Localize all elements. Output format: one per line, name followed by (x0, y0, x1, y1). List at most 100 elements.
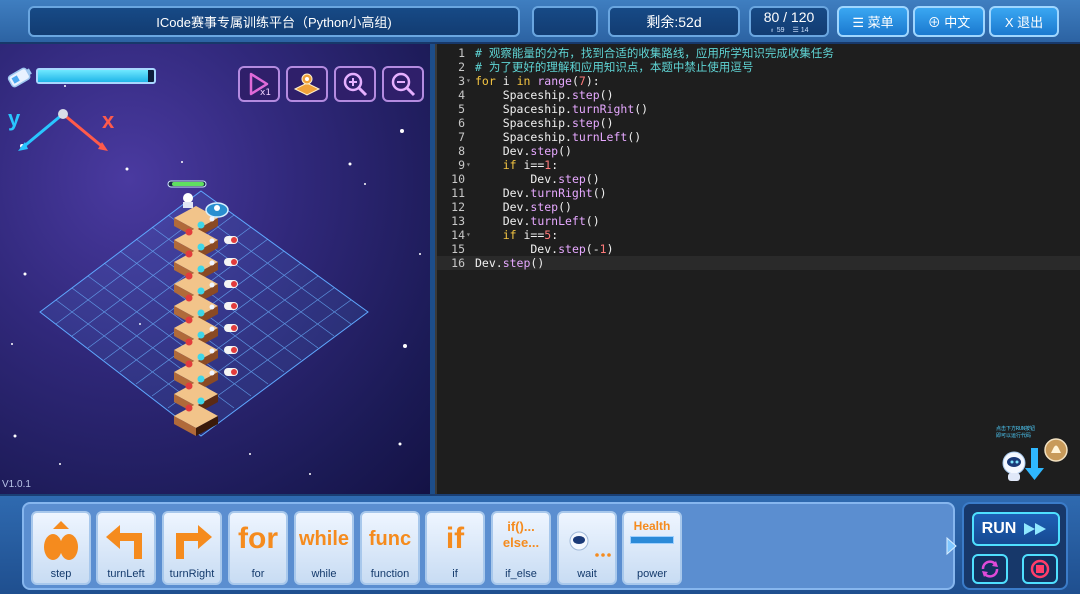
code-line[interactable]: 6 Spaceship.step() (437, 116, 1080, 130)
bottom-bar: step turnLeft turnRight for for while while fun… (0, 494, 1080, 594)
block-label: turnLeft (107, 568, 145, 580)
block-wait[interactable]: wait (557, 511, 617, 585)
code-text: Dev.turnRight() (475, 186, 607, 200)
block-label: step (50, 568, 72, 580)
keyword-glyph: if()... else... (502, 519, 540, 550)
energy-fill (38, 70, 149, 82)
axis-y-label: y (8, 106, 21, 131)
remaining-days: 剩余:52d (608, 6, 740, 37)
zoom-in-icon[interactable] (334, 66, 376, 102)
block-label: wait (577, 568, 597, 580)
turn-left-icon (98, 519, 154, 568)
code-text: Spaceship.step() (475, 116, 614, 130)
top-bar: ICode赛事专属训练平台（Python小高组) 剩余:52d 80 / 120… (0, 0, 1080, 44)
code-text: if i==1: (502, 158, 559, 172)
line-number: 10 (451, 172, 465, 186)
block-label: power (637, 568, 667, 580)
code-text: # 为了更好的理解和应用知识点，本题中禁止使用逗号 (475, 60, 754, 74)
code-line[interactable]: 12 Dev.step() (437, 200, 1080, 214)
zoom-out-icon[interactable] (382, 66, 424, 102)
run-hint: 点击下方RUN按钮 即可以运行代码 (996, 426, 1074, 486)
code-line[interactable]: 14 ▾ if i==5: (437, 228, 1080, 242)
game-scene: x1 y x V1.0.1 (0, 44, 430, 494)
block-power[interactable]: Health power (622, 511, 682, 585)
code-line[interactable]: 15 Dev.step(-1) (437, 242, 1080, 256)
code-text: for i in range(7): (475, 74, 600, 88)
exit-button[interactable]: X 退出 (989, 6, 1059, 37)
code-line[interactable]: 16 Dev.step() (437, 256, 1080, 270)
line-number: 16 (451, 256, 465, 270)
stat-b: ☰ 14 (792, 26, 809, 34)
robot-hint-icon (1002, 438, 1068, 481)
code-line[interactable]: 9 ▾ if i==1: (437, 158, 1080, 172)
score-value: 80 / 120 (763, 8, 815, 25)
menu-button[interactable]: ☰ 菜单 (837, 6, 909, 37)
line-number: 7 (458, 130, 465, 144)
block-if-else[interactable]: if()... else... if_else (491, 511, 551, 585)
stop-button[interactable] (1022, 554, 1058, 584)
code-line[interactable]: 7 Spaceship.turnLeft() (437, 130, 1080, 144)
code-text: Dev.step() (475, 200, 572, 214)
code-text: Spaceship.turnLeft() (475, 130, 642, 144)
block-label: for (251, 568, 265, 580)
line-number: 6 (458, 116, 465, 130)
fold-icon[interactable]: ▾ (466, 228, 471, 242)
run-button[interactable]: RUN (972, 512, 1060, 546)
code-text: Dev.step() (475, 172, 600, 186)
code-text: Spaceship.step() (475, 88, 614, 102)
svg-text:x1: x1 (260, 88, 271, 97)
code-text: if i==5: (502, 228, 559, 242)
turn-right-icon (164, 519, 220, 568)
block-for[interactable]: for for (228, 511, 288, 585)
block-label: if (452, 568, 458, 580)
block-label: function (370, 568, 410, 580)
block-turnleft[interactable]: turnLeft (96, 511, 156, 585)
code-line[interactable]: 13 Dev.turnLeft() (437, 214, 1080, 228)
score-panel: 80 / 120 ♁ 59 ☰ 14 (749, 6, 829, 37)
code-editor[interactable]: 1 # 观察能量的分布，找到合适的收集路线，应用所学知识完成收集任务 2 # 为了更好… (435, 44, 1080, 494)
line-number: 4 (458, 88, 465, 102)
block-while[interactable]: while while (294, 511, 354, 585)
palette-scroll-arrow-icon[interactable] (944, 536, 958, 556)
block-function[interactable]: func function (360, 511, 420, 585)
energy-bar (36, 68, 156, 84)
block-label: turnRight (169, 568, 215, 580)
block-step[interactable]: step (31, 511, 91, 585)
block-turnright[interactable]: turnRight (162, 511, 222, 585)
code-text: Dev.step() (475, 144, 572, 158)
reset-button[interactable] (972, 554, 1008, 584)
code-text: Spaceship.turnRight() (475, 102, 649, 116)
run-panel: RUN (962, 502, 1068, 590)
keyword-glyph: for (238, 522, 278, 555)
axis-indicator: y x (8, 106, 115, 151)
line-number: 8 (458, 144, 465, 158)
code-line[interactable]: 5 Spaceship.turnRight() (437, 102, 1080, 116)
line-number: 14 (451, 228, 465, 242)
code-line[interactable]: 4 Spaceship.step() (437, 88, 1080, 102)
code-line[interactable]: 8 Dev.step() (437, 144, 1080, 158)
map-icon[interactable] (286, 66, 328, 102)
keyword-glyph: if (445, 522, 465, 555)
keyword-glyph: func (368, 528, 412, 550)
block-label: if_else (505, 568, 537, 580)
step-icon (33, 519, 89, 568)
code-block-palette: step turnLeft turnRight for for while while fun… (22, 502, 955, 590)
axis-x-label: x (102, 108, 115, 133)
code-line[interactable]: 10 Dev.step() (437, 172, 1080, 186)
code-line[interactable]: 1 # 观察能量的分布，找到合适的收集路线，应用所学知识完成收集任务 (437, 46, 1080, 60)
line-number: 13 (451, 214, 465, 228)
code-text: Dev.step() (475, 256, 545, 270)
line-number: 3 (458, 74, 465, 88)
health-glyph: Health (624, 519, 680, 544)
speed-x1-icon[interactable]: x1 (238, 66, 280, 102)
code-text: Dev.step(-1) (475, 242, 614, 256)
line-number: 15 (451, 242, 465, 256)
code-line[interactable]: 3 ▾ for i in range(7): (437, 74, 1080, 88)
fold-icon[interactable]: ▾ (466, 74, 471, 88)
code-line[interactable]: 11 Dev.turnRight() (437, 186, 1080, 200)
fold-icon[interactable]: ▾ (466, 158, 471, 172)
code-line[interactable]: 2 # 为了更好的理解和应用知识点，本题中禁止使用逗号 (437, 60, 1080, 74)
language-button[interactable]: ⊕ 中文 (913, 6, 985, 37)
block-if[interactable]: if if (425, 511, 485, 585)
line-number: 12 (451, 200, 465, 214)
